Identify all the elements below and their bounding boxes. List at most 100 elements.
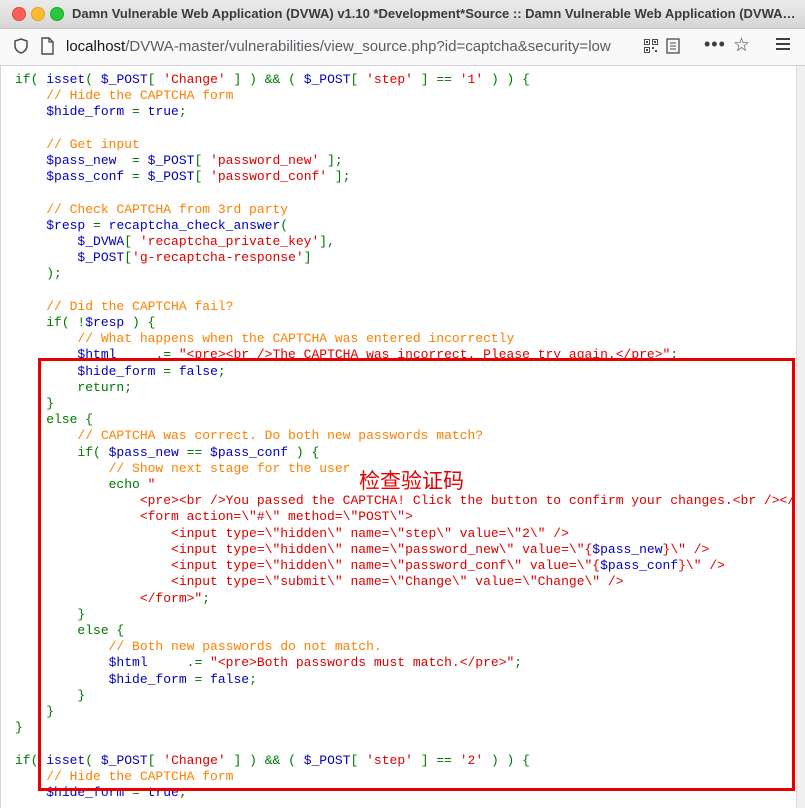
window-title: Damn Vulnerable Web Application (DVWA) v… xyxy=(72,6,797,21)
code-token: $_POST xyxy=(100,72,148,87)
code-token: [ xyxy=(350,72,367,87)
url-path: /DVWA-master/vulnerabilities/view_source… xyxy=(125,38,611,55)
minimize-window-button[interactable] xyxy=(31,7,45,21)
code-token: ( xyxy=(280,217,289,233)
code-token: true xyxy=(147,104,179,120)
code-token: // Hide the CAPTCHA form xyxy=(46,88,234,104)
code-token: $_POST xyxy=(147,153,195,169)
code-token: // Get input xyxy=(46,136,140,152)
code-token: ] ) && ( xyxy=(225,72,304,87)
more-icon[interactable]: ••• xyxy=(704,34,726,55)
code-line: // Hide the CAPTCHA form xyxy=(15,88,797,104)
code-line: // What happens when the CAPTCHA was ent… xyxy=(15,331,797,347)
code-token: $resp xyxy=(46,217,94,233)
code-token: $pass_new xyxy=(46,153,133,169)
code-token: 'password_conf' xyxy=(210,169,328,185)
code-token: // Did the CAPTCHA fail? xyxy=(46,298,234,314)
code-token: $_DVWA xyxy=(77,234,125,250)
qr-code-icon[interactable] xyxy=(644,39,658,53)
code-token: ], xyxy=(319,234,335,250)
code-token: ) ) { xyxy=(483,72,530,87)
code-token: [ xyxy=(124,234,140,250)
shield-icon[interactable] xyxy=(14,38,28,54)
code-line: // Check CAPTCHA from 3rd party xyxy=(15,202,797,218)
code-token: $_POST xyxy=(77,250,125,266)
code-token: if( ! xyxy=(15,315,86,331)
code-token: // Check CAPTCHA from 3rd party xyxy=(46,201,289,217)
code-token: ] xyxy=(303,250,312,266)
code-token: 'g-recaptcha-response' xyxy=(132,250,304,266)
code-token: ]; xyxy=(319,153,343,169)
url-text[interactable]: localhost/DVWA-master/vulnerabilities/vi… xyxy=(66,38,611,55)
code-line: $_POST['g-recaptcha-response'] xyxy=(15,250,797,266)
code-line: $pass_new = $_POST[ 'password_new' ]; xyxy=(15,153,797,169)
code-token: // What happens when the CAPTCHA was ent… xyxy=(77,331,515,347)
code-token: = xyxy=(132,153,148,169)
highlight-box xyxy=(38,358,795,791)
code-token: '1' xyxy=(459,72,484,87)
hamburger-menu-icon[interactable] xyxy=(776,38,790,50)
code-token: ]; xyxy=(327,169,351,185)
code-token: = xyxy=(132,104,148,120)
code-line: $hide_form = true; xyxy=(15,104,797,120)
code-token: ( xyxy=(85,72,101,87)
window-titlebar: Damn Vulnerable Web Application (DVWA) v… xyxy=(0,0,805,29)
code-token: if( xyxy=(15,72,47,87)
bookmark-star-icon[interactable]: ☆ xyxy=(733,34,750,57)
code-line: $pass_conf = $_POST[ 'password_conf' ]; xyxy=(15,169,797,185)
address-bar[interactable]: localhost/DVWA-master/vulnerabilities/vi… xyxy=(6,33,766,61)
code-token: = xyxy=(93,217,109,233)
page-content: if( isset( $_POST[ 'Change' ] ) && ( $_P… xyxy=(0,66,797,808)
code-token: 'step' xyxy=(366,72,413,87)
code-token: $_POST xyxy=(147,169,195,185)
code-token: ; xyxy=(178,104,187,120)
code-token: [ xyxy=(124,250,133,266)
page-icon[interactable] xyxy=(40,37,54,55)
code-token: = xyxy=(132,169,148,185)
code-token: ] == xyxy=(412,72,460,87)
code-token: isset xyxy=(46,72,86,87)
close-window-button[interactable] xyxy=(12,7,26,21)
reader-view-icon[interactable] xyxy=(666,38,680,54)
code-token: [ xyxy=(194,153,211,169)
code-token: 'recaptcha_private_key' xyxy=(139,234,320,250)
code-token: recaptcha_check_answer xyxy=(108,217,281,233)
code-token: ); xyxy=(15,266,62,282)
code-token: [ xyxy=(194,169,211,185)
code-token: $pass_conf xyxy=(46,169,133,185)
annotation-label: 检查验证码 xyxy=(359,469,464,493)
code-line: // Get input xyxy=(15,137,797,153)
scrollbar[interactable] xyxy=(796,66,805,808)
code-line: if( isset( $_POST[ 'Change' ] ) && ( $_P… xyxy=(15,72,797,88)
code-token: 'Change' xyxy=(163,72,226,87)
code-line: // Did the CAPTCHA fail? xyxy=(15,299,797,315)
code-token: ) { xyxy=(132,315,156,331)
url-host: localhost xyxy=(66,38,126,55)
browser-toolbar: localhost/DVWA-master/vulnerabilities/vi… xyxy=(0,29,805,66)
code-line: $resp = recaptcha_check_answer( xyxy=(15,218,797,234)
code-token: $_POST xyxy=(303,72,351,87)
maximize-window-button[interactable] xyxy=(50,7,64,21)
code-line: $_DVWA[ 'recaptcha_private_key'], xyxy=(15,234,797,250)
code-token: $resp xyxy=(85,315,133,331)
code-token: } xyxy=(15,720,23,736)
code-token: 'password_new' xyxy=(210,153,320,169)
code-line: if( !$resp ) { xyxy=(15,315,797,331)
code-token: [ xyxy=(147,72,164,87)
code-line: ); xyxy=(15,266,797,282)
code-token: $hide_form xyxy=(46,104,133,120)
